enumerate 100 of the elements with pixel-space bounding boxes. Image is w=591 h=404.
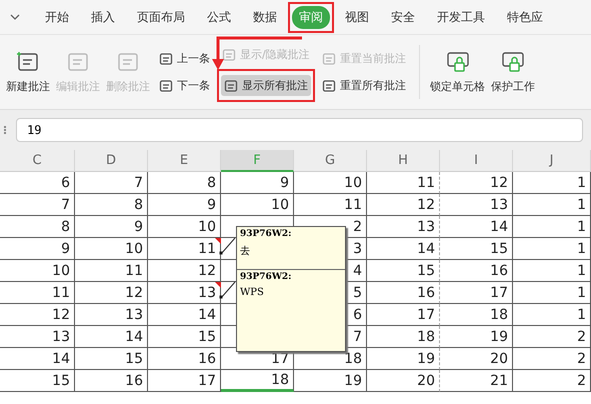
column-header[interactable]: G: [294, 150, 367, 172]
leader-line: [219, 236, 236, 256]
table-cell: 7: [75, 172, 148, 194]
table-cell: 16: [367, 282, 440, 304]
table-cell: 2: [513, 348, 591, 370]
table-cell: 15: [75, 348, 148, 370]
column-header[interactable]: E: [148, 150, 221, 172]
ribbon-button[interactable]: 上一条: [156, 48, 213, 69]
table-cell: 15: [0, 370, 75, 392]
ribbon-tab[interactable]: 插入: [84, 6, 122, 28]
lock-icon: [500, 50, 526, 72]
ribbon-button[interactable]: 显示所有批注: [221, 75, 311, 96]
column-header[interactable]: H: [367, 150, 440, 172]
table-cell: 19: [294, 370, 367, 392]
ribbon-tab[interactable]: 数据: [246, 6, 284, 28]
table-cell: 1: [513, 238, 591, 260]
ribbon-button[interactable]: 重置所有批注: [319, 75, 409, 96]
note-icon: [15, 50, 41, 72]
comment-author: 93P76W2:: [240, 272, 293, 282]
table-cell: 17: [367, 304, 440, 326]
comment-text: WPS: [240, 287, 265, 298]
table-cell: 10: [0, 260, 75, 282]
table-cell: 10: [148, 216, 221, 238]
table-cell: 15: [148, 326, 221, 348]
table-cell: 16: [148, 348, 221, 370]
table-cell: 12: [148, 260, 221, 282]
table-cell: 8: [148, 172, 221, 194]
table-cell: 14: [75, 326, 148, 348]
table-cell: 11: [294, 194, 367, 216]
table-cell: 11: [75, 260, 148, 282]
table-cell: 9: [221, 172, 294, 194]
ribbon-tab[interactable]: 安全: [384, 6, 422, 28]
name-box-edge: [4, 126, 8, 134]
table-cell: 14: [440, 216, 513, 238]
note-icon: [222, 48, 237, 62]
table-cell: 16: [75, 370, 148, 392]
ribbon-button[interactable]: 锁定单元格: [428, 50, 487, 94]
ribbon-tab[interactable]: 开发工具: [430, 6, 492, 28]
comment-author: 93P76W2:: [240, 229, 293, 239]
column-header[interactable]: I: [440, 150, 513, 172]
comment-text: 去: [240, 244, 251, 258]
table-cell: 17: [148, 370, 221, 392]
table-cell: 13: [367, 216, 440, 238]
table-cell: 11: [367, 172, 440, 194]
table-cell: 17: [440, 282, 513, 304]
table-cell: 15: [440, 238, 513, 260]
ribbon-button[interactable]: 下一条: [156, 75, 213, 96]
table-cell: 6: [0, 172, 75, 194]
ribbon-button[interactable]: 新建批注: [4, 50, 52, 94]
note-icon: [159, 78, 174, 92]
table-cell: 1: [513, 172, 591, 194]
table-cell: 14: [0, 348, 75, 370]
note-icon: [322, 52, 337, 66]
lock-icon: [444, 50, 470, 72]
ribbon-tab[interactable]: 视图: [338, 6, 376, 28]
table-cell: 14: [367, 238, 440, 260]
table-cell: 13: [440, 194, 513, 216]
note-icon: [224, 78, 239, 92]
formula-field[interactable]: 19: [16, 118, 583, 142]
ribbon-tab[interactable]: 开始: [38, 6, 76, 28]
column-header[interactable]: D: [75, 150, 148, 172]
table-cell: 20: [440, 348, 513, 370]
ribbon-button[interactable]: 保护工作: [489, 50, 537, 94]
table-cell: 2: [513, 326, 591, 348]
table-cell: 1: [513, 216, 591, 238]
column-header[interactable]: J: [513, 150, 591, 172]
table-cell: 1: [513, 282, 591, 304]
table-cell: 13: [75, 304, 148, 326]
table-cell: 12: [367, 194, 440, 216]
table-cell: 1: [513, 194, 591, 216]
table-cell: 12: [75, 282, 148, 304]
collapse-icon[interactable]: [10, 14, 20, 20]
table-cell: 11: [0, 282, 75, 304]
table-cell: 21: [440, 370, 513, 392]
table-cell: 16: [440, 260, 513, 282]
table-cell: 12: [440, 172, 513, 194]
ribbon-tab[interactable]: 页面布局: [130, 6, 192, 28]
table-cell: 11: [148, 238, 221, 260]
ribbon-tab[interactable]: 特色应: [500, 6, 550, 28]
table-cell: 10: [75, 238, 148, 260]
table-cell: 13: [0, 326, 75, 348]
table-cell: 18: [440, 304, 513, 326]
table-cell: 18: [221, 370, 294, 392]
table-cell: 10: [221, 194, 294, 216]
leader-line: [219, 280, 236, 300]
table-cell: 19: [440, 326, 513, 348]
table-cell: 15: [367, 260, 440, 282]
table-cell: 14: [148, 304, 221, 326]
table-cell: 12: [0, 304, 75, 326]
table-cell: 18: [367, 326, 440, 348]
column-header[interactable]: C: [0, 150, 75, 172]
ribbon-tab[interactable]: 公式: [200, 6, 238, 28]
note-icon: [159, 52, 174, 66]
table-cell: 20: [367, 370, 440, 392]
table-cell: 8: [0, 216, 75, 238]
table-cell: 13: [148, 282, 221, 304]
table-cell: 10: [294, 172, 367, 194]
table-cell: 9: [0, 238, 75, 260]
table-cell: 9: [148, 194, 221, 216]
table-cell: 1: [513, 260, 591, 282]
